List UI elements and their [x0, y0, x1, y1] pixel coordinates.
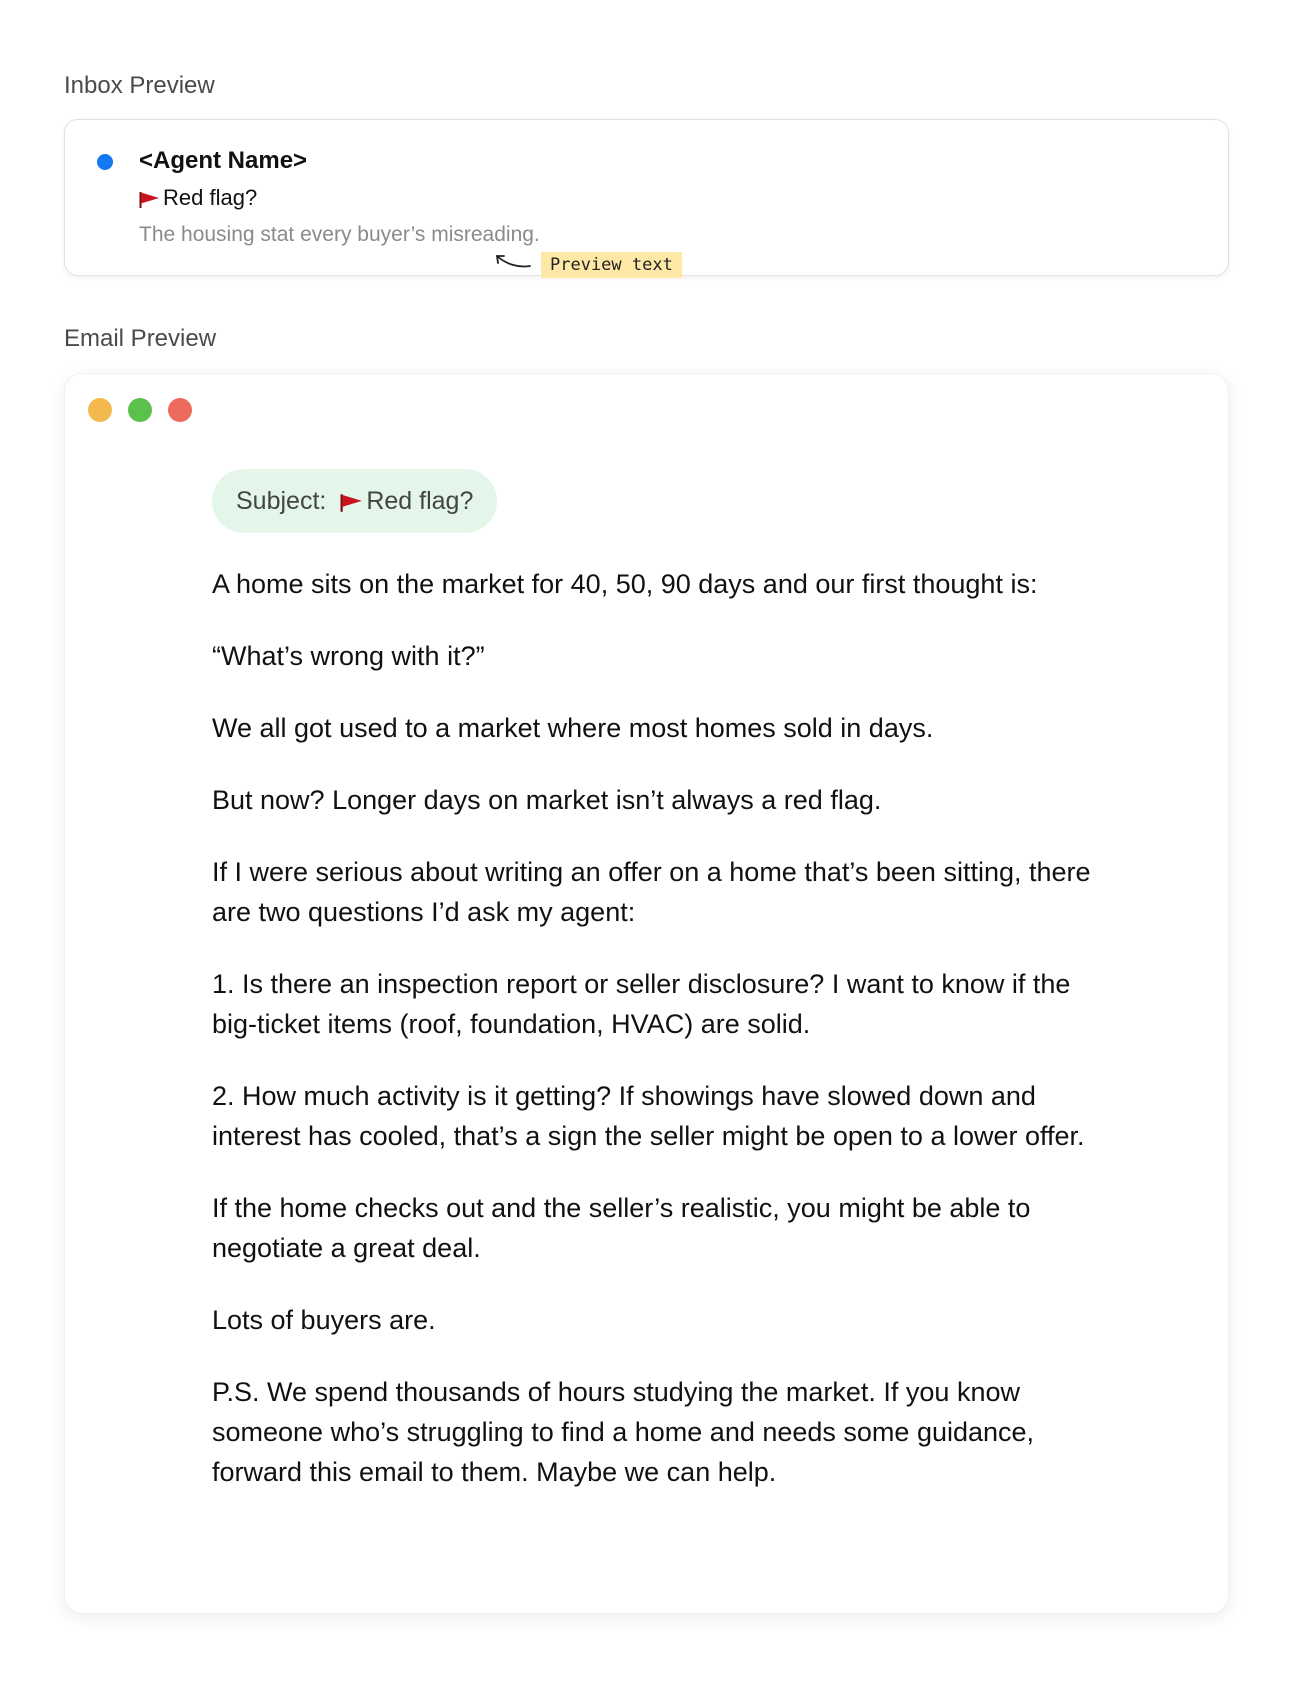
- inbox-subject-text: Red flag?: [163, 185, 258, 210]
- email-paragraph: Lots of buyers are.: [212, 1305, 436, 1335]
- email-paragraph: P.S. We spend thousands of hours studyin…: [212, 1377, 1035, 1487]
- sender-name: <Agent Name>: [139, 147, 308, 174]
- preview-text-annotation: Preview text: [541, 252, 682, 278]
- email-paragraph: “What’s wrong with it?”: [212, 641, 485, 671]
- close-window-icon[interactable]: [168, 398, 192, 422]
- red-flag-icon: [139, 189, 161, 208]
- email-body: A home sits on the market for 40, 50, 90…: [212, 564, 1092, 1524]
- inbox-preview-label: Inbox Preview: [64, 72, 215, 99]
- inbox-subject: Red flag?: [139, 185, 257, 211]
- email-paragraph: We all got used to a market where most h…: [212, 713, 934, 743]
- email-paragraph: But now? Longer days on market isn’t alw…: [212, 785, 882, 815]
- email-subject-pill: Subject: Red flag?: [212, 469, 498, 533]
- maximize-window-icon[interactable]: [128, 398, 152, 422]
- red-flag-icon: [340, 491, 364, 512]
- annotation-arrow-icon: [496, 255, 531, 268]
- email-paragraph: If the home checks out and the seller’s …: [212, 1193, 1031, 1263]
- email-paragraph: A home sits on the market for 40, 50, 90…: [212, 569, 1038, 599]
- subject-prefix: Subject:: [236, 486, 327, 515]
- email-paragraph: 1. Is there an inspection report or sell…: [212, 969, 1071, 1039]
- email-preview-window: Subject: Red flag? A home sits on the ma…: [64, 373, 1229, 1614]
- minimize-window-icon[interactable]: [88, 398, 112, 422]
- email-subject-text: Red flag?: [366, 486, 474, 515]
- inbox-preview-text: The housing stat every buyer’s misreadin…: [139, 223, 540, 246]
- email-preview-label: Email Preview: [64, 325, 217, 352]
- email-paragraph: 2. How much activity is it getting? If s…: [212, 1081, 1085, 1151]
- email-paragraph: If I were serious about writing an offer…: [212, 857, 1091, 927]
- unread-indicator-icon: [97, 154, 113, 170]
